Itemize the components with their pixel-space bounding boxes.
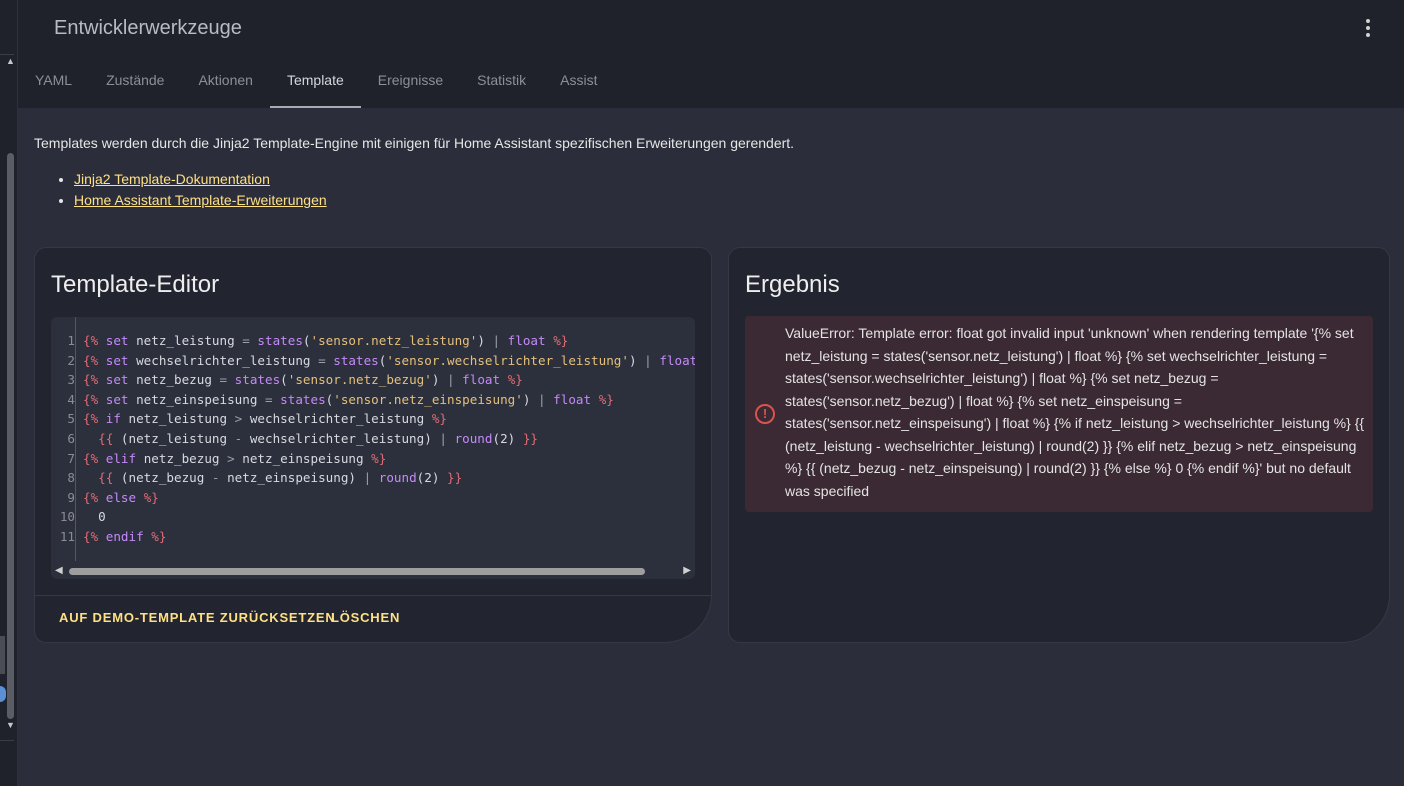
- code-line[interactable]: {% else %}: [83, 488, 695, 508]
- code-line[interactable]: {% set netz_leistung = states('sensor.ne…: [83, 331, 695, 351]
- horizontal-scrollbar[interactable]: ◀ ▶: [51, 563, 695, 579]
- tab-yaml[interactable]: YAML: [18, 56, 89, 108]
- intro-text: Templates werden durch die Jinja2 Templa…: [34, 135, 795, 151]
- card-actions: AUF DEMO-TEMPLATE ZURÜCKSETZEN LÖSCHEN: [35, 595, 711, 642]
- sidebar-scrollbar[interactable]: [7, 153, 14, 719]
- scroll-down-icon[interactable]: ▼: [6, 720, 15, 730]
- more-options-icon[interactable]: [1358, 19, 1378, 39]
- tab-template[interactable]: Template: [269, 56, 361, 108]
- code-line[interactable]: {% set netz_einspeisung = states('sensor…: [83, 390, 695, 410]
- tab-events[interactable]: Ereignisse: [361, 56, 460, 108]
- notification-dot[interactable]: [0, 686, 6, 702]
- error-alert: ! ValueError: Template error: float got …: [745, 316, 1373, 512]
- gutter-marker: [75, 317, 76, 561]
- code-line[interactable]: {% set wechselrichter_leistung = states(…: [83, 351, 695, 371]
- result-card: Ergebnis ! ValueError: Template error: f…: [728, 247, 1390, 643]
- scroll-left-icon[interactable]: ◀: [55, 565, 63, 576]
- scroll-right-icon[interactable]: ▶: [683, 565, 691, 576]
- error-message: ValueError: Template error: float got in…: [785, 325, 1365, 499]
- code-line[interactable]: {% endif %}: [83, 527, 695, 547]
- tab-bar: YAML Zustände Aktionen Template Ereignis…: [18, 56, 615, 108]
- template-editor-card: Template-Editor 1 2 3 4 5 6 7 8 9 10 11 …: [34, 247, 712, 643]
- sidebar-divider: [0, 54, 14, 55]
- editor-title: Template-Editor: [51, 271, 220, 298]
- top-app-bar: Entwicklerwerkzeuge YAML Zustände Aktion…: [18, 0, 1404, 108]
- code-lines[interactable]: {% set netz_leistung = states('sensor.ne…: [83, 331, 695, 547]
- code-line[interactable]: 0: [83, 507, 695, 527]
- documentation-links: Jinja2 Template-Dokumentation Home Assis…: [56, 171, 327, 213]
- sidebar-item-marker: [0, 636, 5, 674]
- sidebar-strip: ▲ ▼: [0, 0, 18, 786]
- sidebar-divider: [0, 740, 14, 741]
- code-line[interactable]: {% set netz_bezug = states('sensor.netz_…: [83, 370, 695, 390]
- code-line[interactable]: {{ (netz_bezug - netz_einspeisung) | rou…: [83, 468, 695, 488]
- code-line[interactable]: {% if netz_leistung > wechselrichter_lei…: [83, 409, 695, 429]
- scroll-up-icon[interactable]: ▲: [6, 56, 15, 66]
- error-icon: !: [755, 404, 775, 424]
- list-item: Jinja2 Template-Dokumentation: [74, 171, 327, 187]
- code-line[interactable]: {% elif netz_bezug > netz_einspeisung %}: [83, 449, 695, 469]
- tab-assist[interactable]: Assist: [543, 56, 614, 108]
- tab-actions[interactable]: Aktionen: [181, 56, 269, 108]
- reset-demo-template-button[interactable]: AUF DEMO-TEMPLATE ZURÜCKSETZEN: [59, 610, 336, 625]
- code-editor[interactable]: 1 2 3 4 5 6 7 8 9 10 11 {% set netz_leis…: [51, 317, 695, 579]
- scrollbar-thumb[interactable]: [69, 568, 645, 575]
- tab-statistics[interactable]: Statistik: [460, 56, 543, 108]
- jinja2-docs-link[interactable]: Jinja2 Template-Dokumentation: [74, 171, 270, 187]
- tab-states[interactable]: Zustände: [89, 56, 181, 108]
- list-item: Home Assistant Template-Erweiterungen: [74, 192, 327, 208]
- clear-button[interactable]: LÖSCHEN: [331, 610, 400, 625]
- page-title: Entwicklerwerkzeuge: [54, 17, 242, 39]
- line-numbers: 1 2 3 4 5 6 7 8 9 10 11: [59, 333, 75, 544]
- ha-template-extensions-link[interactable]: Home Assistant Template-Erweiterungen: [74, 192, 327, 208]
- result-title: Ergebnis: [745, 271, 840, 298]
- code-line[interactable]: {{ (netz_leistung - wechselrichter_leist…: [83, 429, 695, 449]
